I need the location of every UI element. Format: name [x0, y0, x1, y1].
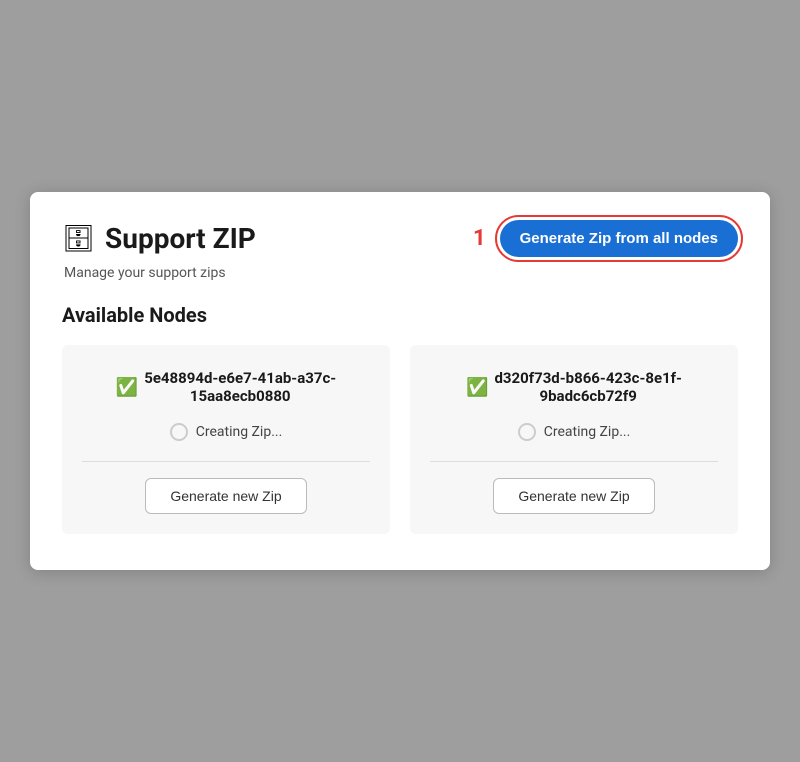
node-name-2: ✅ d320f73d-b866-423c-8e1f-9badc6cb72f9 [466, 369, 682, 405]
node-id-2: d320f73d-b866-423c-8e1f-9badc6cb72f9 [494, 369, 682, 405]
status-row-2: Creating Zip... [518, 423, 631, 441]
header-right: 1 Generate Zip from all nodes [473, 220, 738, 257]
generate-zip-button-2[interactable]: Generate new Zip [493, 478, 654, 514]
node-card-1: ✅ 5e48894d-e6e7-41ab-a37c-15aa8ecb0880 C… [62, 345, 390, 534]
support-zip-card: 🗄 Support ZIP 1 Generate Zip from all no… [30, 192, 770, 570]
zip-icon: 🗄 [62, 226, 95, 252]
node-name-1: ✅ 5e48894d-e6e7-41ab-a37c-15aa8ecb0880 [116, 369, 336, 405]
section-title: Available Nodes [62, 303, 738, 327]
divider-1 [82, 461, 370, 462]
status-text-2: Creating Zip... [544, 424, 631, 440]
nodes-grid: ✅ 5e48894d-e6e7-41ab-a37c-15aa8ecb0880 C… [62, 345, 738, 534]
title-group: 🗄 Support ZIP [62, 222, 256, 255]
card-header: 🗄 Support ZIP 1 Generate Zip from all no… [62, 220, 738, 257]
node-card-2: ✅ d320f73d-b866-423c-8e1f-9badc6cb72f9 C… [410, 345, 738, 534]
badge-number: 1 [473, 226, 486, 251]
node-card-inner-2: ✅ d320f73d-b866-423c-8e1f-9badc6cb72f9 C… [430, 369, 718, 514]
subtitle: Manage your support zips [64, 265, 738, 281]
check-icon-2: ✅ [466, 377, 488, 398]
generate-all-button[interactable]: Generate Zip from all nodes [500, 220, 738, 257]
check-icon-1: ✅ [116, 377, 138, 398]
divider-2 [430, 461, 718, 462]
page-title: Support ZIP [105, 222, 256, 255]
generate-zip-button-1[interactable]: Generate new Zip [145, 478, 306, 514]
node-card-inner-1: ✅ 5e48894d-e6e7-41ab-a37c-15aa8ecb0880 C… [82, 369, 370, 514]
node-id-1: 5e48894d-e6e7-41ab-a37c-15aa8ecb0880 [144, 369, 336, 405]
status-row-1: Creating Zip... [170, 423, 283, 441]
spinner-icon-1 [170, 423, 188, 441]
status-text-1: Creating Zip... [196, 424, 283, 440]
spinner-icon-2 [518, 423, 536, 441]
